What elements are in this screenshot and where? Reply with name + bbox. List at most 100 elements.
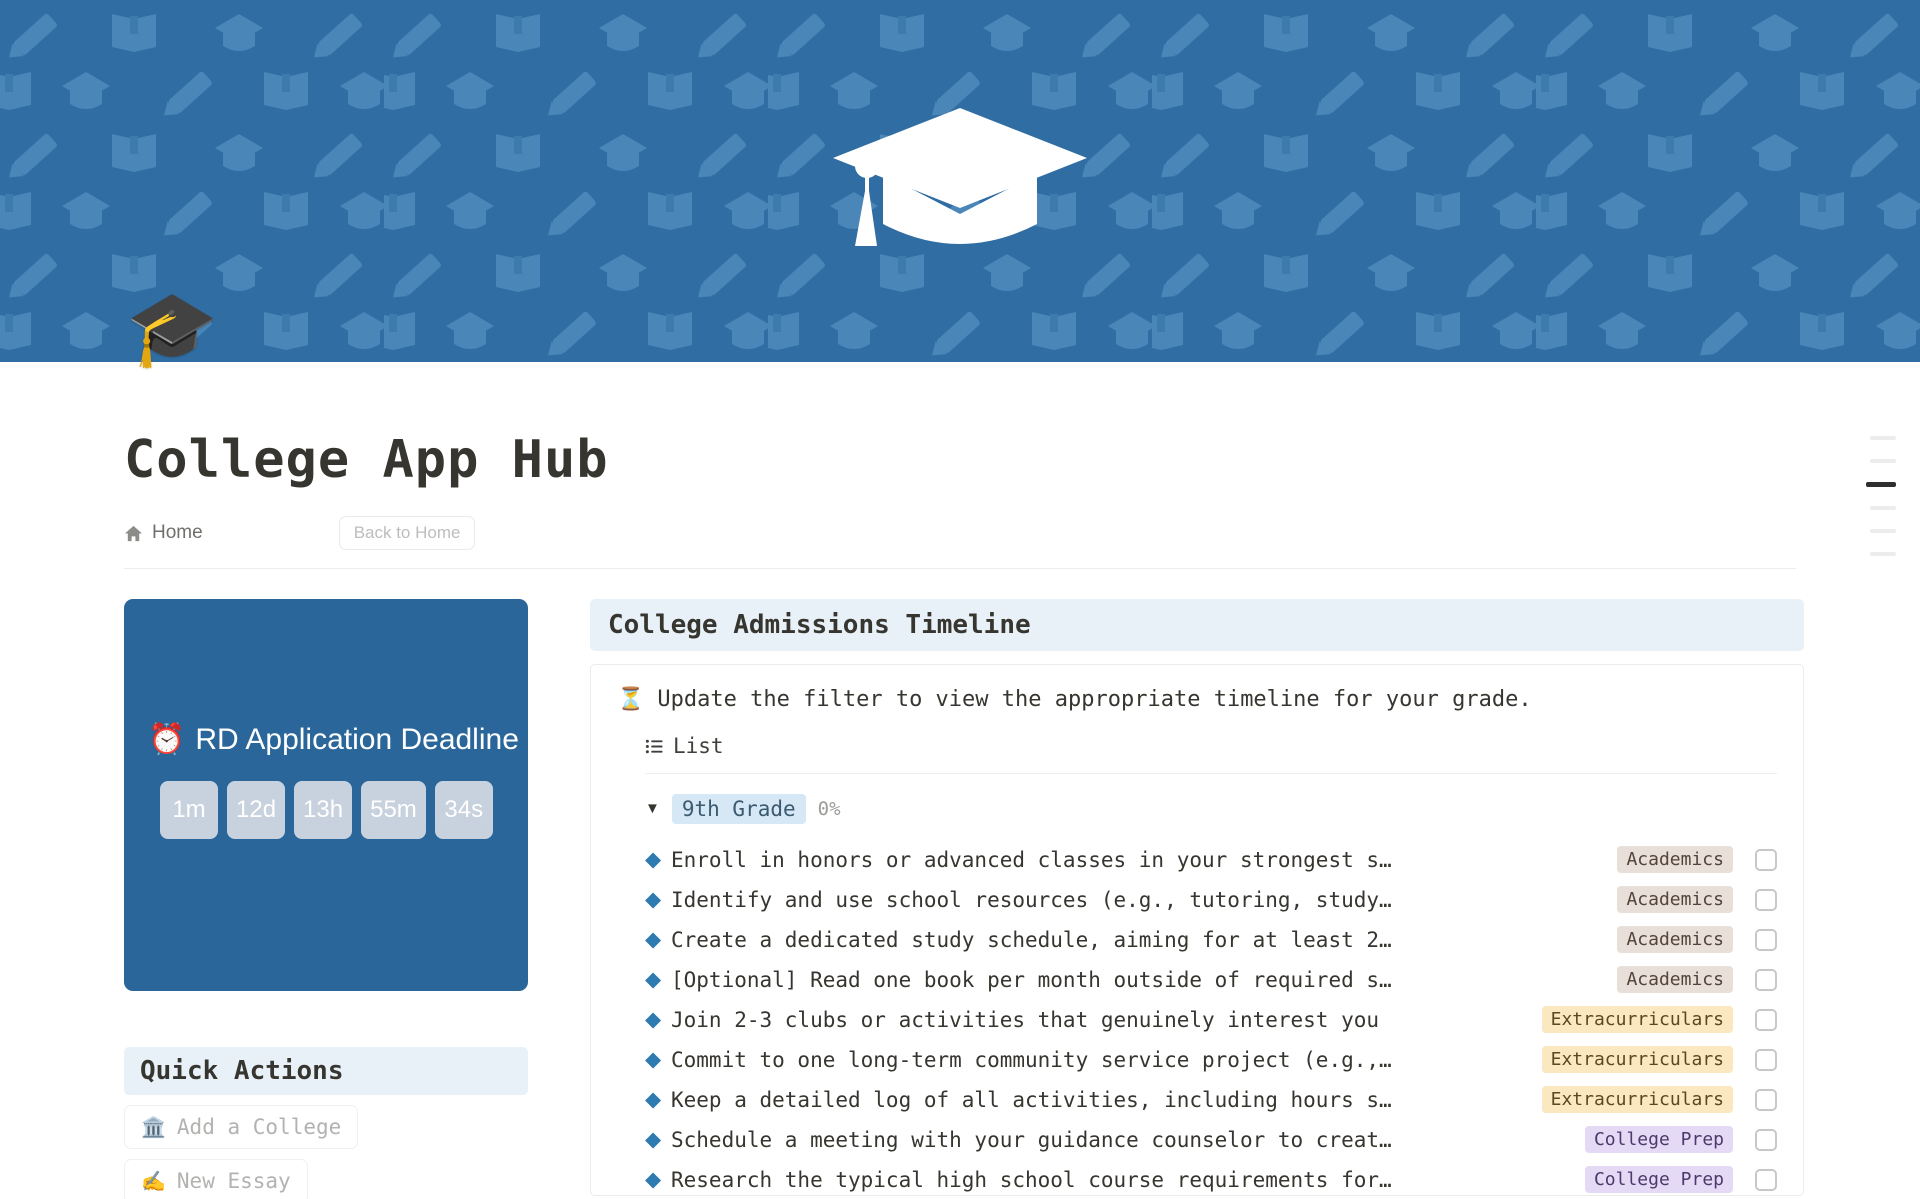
group-badge-label: 9th Grade xyxy=(671,793,806,824)
task-row[interactable]: ◆ [Optional] Read one book per month out… xyxy=(645,960,1777,1000)
countdown-chip-hours: 13h xyxy=(294,781,353,839)
task-tag: College Prep xyxy=(1584,1166,1733,1193)
task-checkbox[interactable] xyxy=(1755,848,1777,871)
rail-item[interactable] xyxy=(1870,529,1896,533)
task-row[interactable]: ◆ Keep a detailed log of all activities,… xyxy=(645,1080,1777,1120)
countdown-title-row: ⏰ RD Application Deadline xyxy=(148,722,519,757)
task-tag: College Prep xyxy=(1584,1126,1733,1153)
tab-list-label: List xyxy=(673,734,724,758)
diamond-bullet-icon: ◆ xyxy=(645,928,662,951)
countdown-chip-months: 1m xyxy=(160,781,218,839)
task-checkbox[interactable] xyxy=(1755,1048,1777,1071)
rail-item[interactable] xyxy=(1870,436,1896,440)
tabs-divider xyxy=(645,772,1777,774)
page-title: College App Hub xyxy=(124,430,609,490)
task-row[interactable]: ◆ Identify and use school resources (e.g… xyxy=(645,880,1777,920)
hero-banner xyxy=(0,0,1920,362)
timeline-note-text: Update the filter to view the appropriat… xyxy=(657,687,1532,712)
diamond-bullet-icon: ◆ xyxy=(645,1168,662,1191)
timeline-note: ⏳ Update the filter to view the appropri… xyxy=(617,687,1777,712)
page-icon-emoji: 🎓 xyxy=(126,287,219,370)
task-row[interactable]: ◆ Join 2-3 clubs or activities that genu… xyxy=(645,1000,1777,1040)
task-title: Research the typical high school course … xyxy=(671,1167,1392,1192)
back-to-home-button[interactable]: Back to Home xyxy=(338,516,476,550)
task-checkbox[interactable] xyxy=(1755,1168,1777,1191)
task-tag: Academics xyxy=(1617,926,1733,953)
chevron-down-icon[interactable]: ▼ xyxy=(645,800,660,817)
task-title: Keep a detailed log of all activities, i… xyxy=(671,1087,1392,1112)
task-checkbox[interactable] xyxy=(1755,1008,1777,1031)
timeline-panel: ⏳ Update the filter to view the appropri… xyxy=(590,664,1804,1196)
tab-list[interactable]: List xyxy=(645,734,724,758)
breadcrumb: Home Back to Home xyxy=(124,516,1920,550)
task-title: [Optional] Read one book per month outsi… xyxy=(671,967,1392,992)
countdown-chips: 1m 12d 13h 55m 34s xyxy=(148,781,514,839)
hourglass-icon: ⏳ xyxy=(617,687,645,712)
timeline-column: College Admissions Timeline ⏳ Update the… xyxy=(590,599,1804,1196)
quick-actions-heading: Quick Actions xyxy=(124,1047,528,1095)
diamond-bullet-icon: ◆ xyxy=(645,1008,662,1031)
task-checkbox[interactable] xyxy=(1755,1128,1777,1151)
task-row[interactable]: ◆ Research the typical high school cours… xyxy=(645,1160,1777,1196)
breadcrumb-home-label: Home xyxy=(152,522,203,543)
home-icon xyxy=(124,525,143,541)
task-row[interactable]: ◆ Commit to one long-term community serv… xyxy=(645,1040,1777,1080)
add-a-college-label: Add a College xyxy=(176,1115,342,1139)
task-checkbox[interactable] xyxy=(1755,928,1777,951)
diamond-bullet-icon: ◆ xyxy=(645,888,662,911)
task-tag: Extracurriculars xyxy=(1541,1006,1733,1033)
task-checkbox[interactable] xyxy=(1755,968,1777,991)
new-essay-button[interactable]: ✍️ New Essay xyxy=(124,1159,308,1199)
list-icon xyxy=(645,739,663,753)
group-header-9th-grade[interactable]: ▼ 9th Grade 0% xyxy=(645,793,1777,824)
timeline-heading: College Admissions Timeline xyxy=(590,599,1804,651)
countdown-chip-days: 12d xyxy=(227,781,286,839)
task-row[interactable]: ◆ Schedule a meeting with your guidance … xyxy=(645,1120,1777,1160)
writing-hand-icon: ✍️ xyxy=(141,1169,166,1193)
rail-item[interactable] xyxy=(1870,459,1896,463)
group-progress-percent: 0% xyxy=(817,797,841,820)
quick-actions-block: Quick Actions 🏛️ Add a College ✍️ New Es… xyxy=(124,1047,528,1199)
task-row[interactable]: ◆ Enroll in honors or advanced classes i… xyxy=(645,840,1777,880)
task-row[interactable]: ◆ Create a dedicated study schedule, aim… xyxy=(645,920,1777,960)
graduation-cap-icon xyxy=(833,108,1087,246)
header-divider xyxy=(124,568,1796,569)
left-column: ⏰ RD Application Deadline 1m 12d 13h 55m… xyxy=(124,599,528,1199)
task-tag: Academics xyxy=(1617,886,1733,913)
rail-item[interactable] xyxy=(1870,552,1896,556)
page-scroll-rail[interactable] xyxy=(1866,436,1896,556)
task-tag: Extracurriculars xyxy=(1541,1046,1733,1073)
app-page: 🎓 College App Hub Home Back to Home ⏰ RD… xyxy=(0,0,1920,1199)
diamond-bullet-icon: ◆ xyxy=(645,968,662,991)
task-tag: Extracurriculars xyxy=(1541,1086,1733,1113)
new-essay-label: New Essay xyxy=(176,1169,291,1193)
task-checkbox[interactable] xyxy=(1755,1088,1777,1111)
countdown-title: RD Application Deadline xyxy=(195,722,519,756)
rail-item-active[interactable] xyxy=(1866,482,1896,487)
task-checkbox[interactable] xyxy=(1755,888,1777,911)
task-list: ◆ Enroll in honors or advanced classes i… xyxy=(645,840,1777,1196)
main-content: ⏰ RD Application Deadline 1m 12d 13h 55m… xyxy=(124,599,1804,1199)
diamond-bullet-icon: ◆ xyxy=(645,1048,662,1071)
diamond-bullet-icon: ◆ xyxy=(645,1128,662,1151)
task-title: Commit to one long-term community servic… xyxy=(671,1047,1392,1072)
page-header: 🎓 College App Hub xyxy=(0,292,1920,491)
task-tag: Academics xyxy=(1617,966,1733,993)
diamond-bullet-icon: ◆ xyxy=(645,1088,662,1111)
quick-actions-list: 🏛️ Add a College ✍️ New Essay xyxy=(124,1105,528,1199)
bank-icon: 🏛️ xyxy=(141,1115,166,1139)
task-tag: Academics xyxy=(1617,846,1733,873)
timeline-view-tabs: List xyxy=(645,734,1777,761)
rail-item[interactable] xyxy=(1870,506,1896,510)
countdown-chip-seconds: 34s xyxy=(434,781,493,839)
alarm-clock-icon: ⏰ xyxy=(148,723,186,756)
task-title: Join 2-3 clubs or activities that genuin… xyxy=(671,1007,1380,1032)
task-title: Enroll in honors or advanced classes in … xyxy=(671,847,1392,872)
breadcrumb-item-home[interactable]: Home xyxy=(124,522,203,544)
task-title: Create a dedicated study schedule, aimin… xyxy=(671,927,1392,952)
add-a-college-button[interactable]: 🏛️ Add a College xyxy=(124,1105,359,1149)
diamond-bullet-icon: ◆ xyxy=(645,848,662,871)
countdown-card: ⏰ RD Application Deadline 1m 12d 13h 55m… xyxy=(124,599,528,991)
countdown-chip-minutes: 55m xyxy=(361,781,426,839)
task-title: Schedule a meeting with your guidance co… xyxy=(671,1127,1392,1152)
